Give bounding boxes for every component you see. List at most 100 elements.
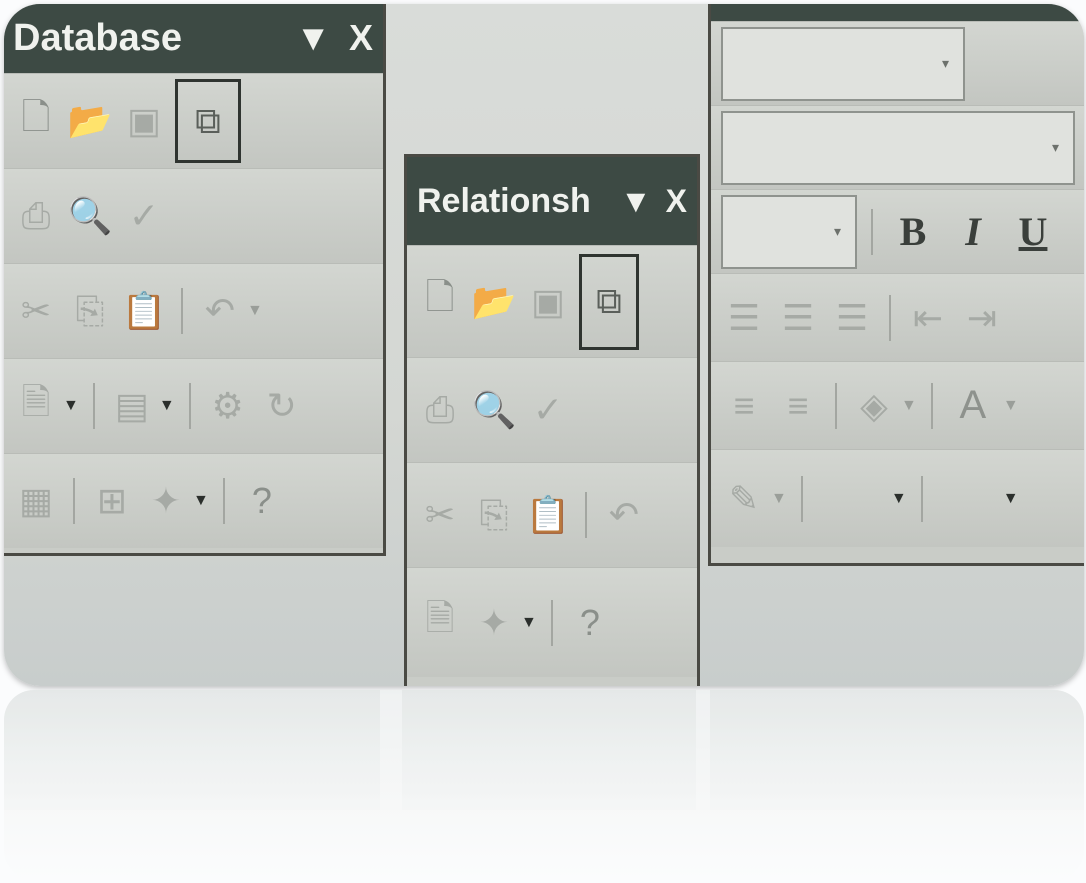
line-color-dropdown-icon[interactable]: ▼	[771, 490, 787, 508]
reflection-ghost-right	[710, 690, 1084, 810]
font-color-dropdown-icon[interactable]: ▼	[1003, 397, 1019, 415]
separator	[188, 383, 191, 429]
database-toolbar: Database ▼ X 🗋 📂 ▣ ⧉ ⎙ 🔍 ✓ ✂ ⎘ 📋 ↶ ▼ 🗎 ▼…	[4, 4, 386, 556]
new-icon[interactable]: 🗋	[417, 273, 463, 331]
relationships-icon-2[interactable]: ⊞	[89, 472, 135, 530]
align-right-icon[interactable]: ☰	[829, 289, 875, 347]
new-object-dropdown-icon[interactable]: ▼	[521, 614, 537, 632]
line-color-icon[interactable]: ✎	[721, 470, 767, 528]
paste-icon[interactable]: 📋	[525, 486, 571, 544]
numbering-icon[interactable]: ≡	[721, 377, 767, 435]
formatting-row-1: ▾	[711, 21, 1084, 105]
copy-icon[interactable]: ⎘	[67, 282, 113, 340]
separator	[92, 383, 95, 429]
combo-arrow-icon: ▾	[833, 222, 841, 239]
toolbar-options-icon[interactable]: ▼	[295, 17, 331, 59]
new-object-dropdown-icon[interactable]: ▼	[193, 492, 209, 510]
close-icon[interactable]: X	[666, 183, 687, 220]
italic-button[interactable]: I	[947, 208, 999, 255]
fill-color-dropdown-icon[interactable]: ▼	[901, 397, 917, 415]
separator	[585, 492, 587, 538]
font-name-combo[interactable]: ▾	[721, 110, 1075, 185]
office-links-icon[interactable]: 🗎	[417, 594, 463, 652]
database-title-bar[interactable]: Database ▼ X	[4, 4, 383, 73]
spelling-icon[interactable]: ✓	[525, 381, 571, 439]
new-object-icon[interactable]: ✦	[143, 472, 189, 530]
open-icon[interactable]: 📂	[471, 273, 517, 331]
properties-icon[interactable]: ▦	[13, 472, 59, 530]
code-icon[interactable]: ⚙	[205, 377, 251, 435]
bold-button[interactable]: B	[887, 208, 939, 255]
separator	[73, 478, 75, 524]
font-color-button[interactable]: A	[947, 383, 999, 428]
underline-button[interactable]: U	[1007, 208, 1059, 255]
center-icon[interactable]: ☰	[775, 289, 821, 347]
increase-indent-icon[interactable]: ⇥	[959, 289, 1005, 347]
database-row-4: 🗎 ▼ ▤ ▼ ⚙ ↻	[4, 358, 383, 453]
photo-frame: Database ▼ X 🗋 📂 ▣ ⧉ ⎙ 🔍 ✓ ✂ ⎘ 📋 ↶ ▼ 🗎 ▼…	[4, 4, 1084, 686]
decrease-indent-icon[interactable]: ⇤	[905, 289, 951, 347]
print-icon[interactable]: ⎙	[13, 187, 59, 245]
separator	[930, 382, 933, 429]
database-row-5: ▦ ⊞ ✦ ▼ ?	[4, 453, 383, 548]
formatting-title-bar[interactable]	[711, 4, 1084, 21]
close-icon[interactable]: X	[349, 17, 373, 59]
relationship-row-1: 🗋 📂 ▣ ⧉	[407, 245, 697, 357]
separator	[835, 382, 837, 429]
separator	[871, 208, 873, 255]
formatting-row-5: ≡ ≡ ◈ ▼ A ▼	[711, 361, 1084, 449]
cut-icon[interactable]: ✂	[13, 282, 59, 340]
relationships-icon[interactable]: ⧉	[175, 79, 241, 163]
paste-icon[interactable]: 📋	[121, 282, 167, 340]
formatting-toolbar: ▾ ▾ ▾ B I U ☰ ☰ ☰ ⇤ ⇥ ≡ ≡ ◈ ▼ A ▼ ✎ ▼ ▼ …	[708, 4, 1084, 566]
relationship-row-2: ⎙ 🔍 ✓	[407, 357, 697, 462]
relationship-title: Relationsh	[417, 181, 591, 220]
reflection-ghost-left	[4, 690, 380, 810]
photo-reflection	[4, 690, 1084, 880]
reflection-ghost-middle	[402, 690, 696, 810]
spelling-icon[interactable]: ✓	[121, 187, 167, 245]
copy-icon[interactable]: ⎘	[471, 486, 517, 544]
bullets-icon[interactable]: ≡	[775, 377, 821, 435]
relationship-toolbar: Relationsh ▼ X 🗋 📂 ▣ ⧉ ⎙ 🔍 ✓ ✂ ⎘ 📋 ↶ 🗎 ✦	[404, 154, 700, 686]
analyze-icon[interactable]: ▤	[109, 377, 155, 435]
fill-color-icon[interactable]: ◈	[851, 377, 897, 435]
cut-icon[interactable]: ✂	[417, 486, 463, 544]
new-object-icon[interactable]: ✦	[471, 594, 517, 652]
special-effect-dropdown-icon[interactable]: ▼	[1003, 490, 1019, 508]
open-icon[interactable]: 📂	[67, 92, 113, 150]
undo-icon[interactable]: ↶	[197, 282, 243, 340]
save-icon[interactable]: ▣	[121, 92, 167, 150]
print-preview-icon[interactable]: 🔍	[471, 381, 517, 439]
line-width-dropdown-icon[interactable]: ▼	[891, 490, 907, 508]
help-icon[interactable]: ?	[567, 594, 613, 652]
save-icon[interactable]: ▣	[525, 273, 571, 331]
office-links-dropdown-icon[interactable]: ▼	[63, 397, 79, 415]
print-preview-icon[interactable]: 🔍	[67, 187, 113, 245]
align-left-icon[interactable]: ☰	[721, 289, 767, 347]
help-icon[interactable]: ?	[239, 472, 285, 530]
relationship-title-bar[interactable]: Relationsh ▼ X	[407, 157, 697, 245]
office-links-icon[interactable]: 🗎	[13, 377, 59, 435]
database-row-2: ⎙ 🔍 ✓	[4, 168, 383, 263]
relationship-row-4: 🗎 ✦ ▼ ?	[407, 567, 697, 677]
analyze-dropdown-icon[interactable]: ▼	[159, 397, 175, 415]
undo-dropdown-icon[interactable]: ▼	[247, 302, 263, 320]
toolbar-options-icon[interactable]: ▼	[620, 183, 652, 220]
print-icon[interactable]: ⎙	[417, 381, 463, 439]
script-icon[interactable]: ↻	[259, 377, 305, 435]
database-row-1: 🗋 📂 ▣ ⧉	[4, 73, 383, 168]
separator	[920, 475, 923, 522]
relationship-row-3: ✂ ⎘ 📋 ↶	[407, 462, 697, 567]
formatting-row-4: ☰ ☰ ☰ ⇤ ⇥	[711, 273, 1084, 361]
separator	[222, 478, 225, 524]
new-icon[interactable]: 🗋	[13, 92, 59, 150]
undo-icon[interactable]: ↶	[601, 486, 647, 544]
database-row-3: ✂ ⎘ 📋 ↶ ▼	[4, 263, 383, 358]
combo-arrow-icon: ▾	[1051, 138, 1059, 155]
separator	[889, 294, 891, 341]
relationships-icon[interactable]: ⧉	[579, 253, 639, 350]
font-size-combo[interactable]: ▾	[721, 194, 857, 269]
formatting-row-2: ▾	[711, 105, 1084, 189]
object-combo[interactable]: ▾	[721, 26, 965, 101]
